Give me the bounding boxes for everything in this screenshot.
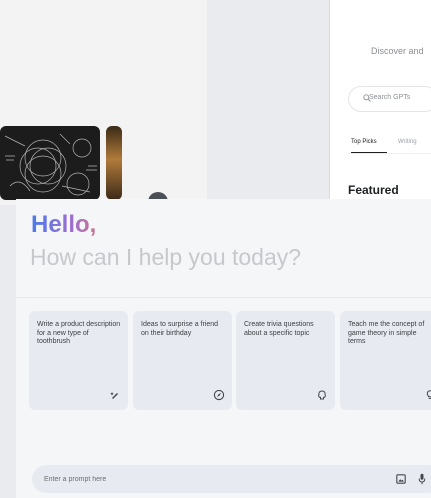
suggestion-text: Ideas to surprise a friend on their birt…: [141, 321, 219, 337]
active-tab-indicator: [351, 152, 387, 153]
suggestion-card-4[interactable]: Teach me the concept of game theory in s…: [340, 311, 431, 410]
chalkboard-art-icon: [4, 133, 97, 196]
lightbulb-icon: [426, 390, 431, 399]
greeting-hello: Hello,: [31, 211, 97, 238]
compass-icon: [213, 389, 225, 401]
suggestion-card-2[interactable]: Ideas to surprise a friend on their birt…: [133, 311, 232, 410]
discover-text: Discover and: [371, 46, 424, 56]
tab-top-picks[interactable]: Top Picks: [351, 139, 377, 145]
divider: [16, 297, 431, 298]
tabs-divider: [348, 153, 431, 154]
greeting-subtitle: How can I help you today?: [30, 244, 302, 270]
tab-writing[interactable]: Writing: [398, 139, 417, 145]
suggestion-text: Create trivia questions about a specific…: [244, 321, 314, 337]
microphone-icon[interactable]: [418, 473, 426, 485]
chalkboard-thumbnail[interactable]: [0, 126, 100, 200]
suggestion-text: Teach me the concept of game theory in s…: [348, 321, 425, 345]
search-placeholder: Search GPTs: [369, 94, 411, 101]
pen-sparkle-icon: [110, 392, 118, 399]
prompt-input[interactable]: [44, 472, 344, 486]
suggestion-card-1[interactable]: Write a product description for a new ty…: [29, 311, 128, 410]
suggestion-text: Write a product description for a new ty…: [37, 321, 121, 345]
brain-icon: [318, 390, 326, 400]
image-upload-icon[interactable]: [396, 474, 406, 484]
photo-thumbnail[interactable]: [106, 126, 122, 200]
suggestion-card-3[interactable]: Create trivia questions about a specific…: [236, 311, 335, 410]
featured-heading: Featured: [348, 183, 399, 197]
desktop-gap: [207, 0, 330, 205]
